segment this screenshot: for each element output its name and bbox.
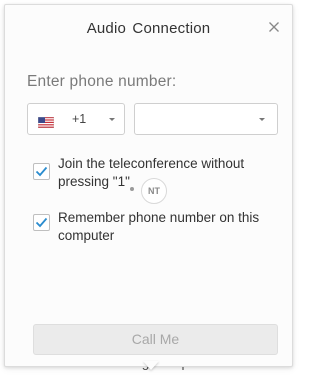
watermark-dot xyxy=(130,187,134,191)
country-code-dropdown[interactable]: +1 xyxy=(27,103,125,135)
remember-phone-number-checkbox[interactable] xyxy=(33,214,50,231)
audio-connection-dialog: Audio Connection Enter phone number: +1 … xyxy=(4,4,293,367)
chevron-down-icon xyxy=(259,118,265,121)
chevron-down-icon xyxy=(109,118,115,121)
close-icon[interactable] xyxy=(266,19,282,35)
join-without-pressing-1-checkbox[interactable] xyxy=(33,163,50,180)
popup-pointer-arrow xyxy=(143,361,159,370)
enter-phone-label: Enter phone number: xyxy=(27,73,177,90)
country-code-value: +1 xyxy=(72,112,87,126)
nt-watermark-logo: NT xyxy=(141,178,167,204)
phone-number-dropdown[interactable] xyxy=(134,103,278,135)
dialog-title: Audio Connection xyxy=(86,20,211,37)
remember-phone-number-label[interactable]: Remember phone number on this computer xyxy=(58,209,288,245)
join-without-pressing-1-label[interactable]: Join the teleconference without pressing… xyxy=(58,155,288,191)
us-flag-icon xyxy=(37,115,55,133)
audio-connection-popup: Call Using Computer Audio Connection Ent… xyxy=(0,0,300,377)
call-me-button[interactable]: Call Me xyxy=(33,324,278,355)
